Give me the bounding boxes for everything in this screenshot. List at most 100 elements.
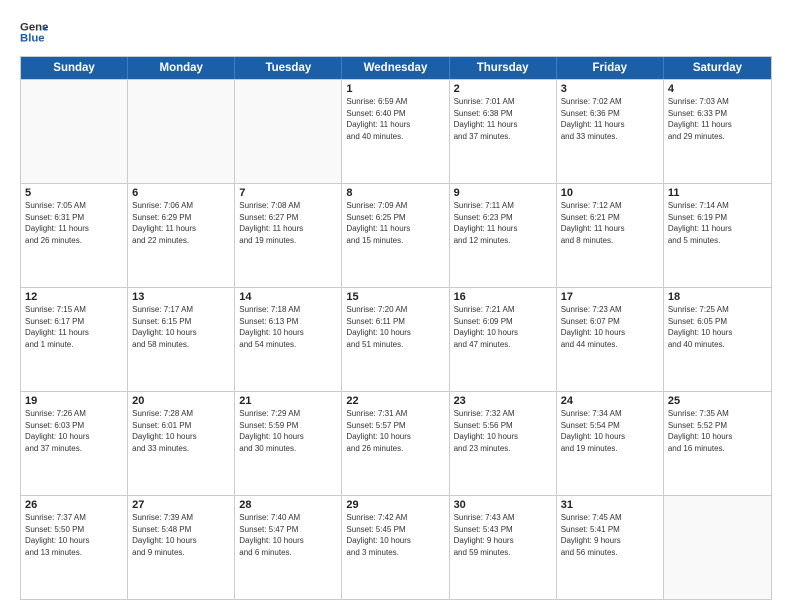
day-cell-20: 20Sunrise: 7:28 AM Sunset: 6:01 PM Dayli… [128, 392, 235, 495]
empty-cell [664, 496, 771, 599]
day-number: 6 [132, 187, 230, 199]
empty-cell [21, 80, 128, 183]
header-cell-wednesday: Wednesday [342, 57, 449, 79]
day-number: 24 [561, 395, 659, 407]
day-cell-7: 7Sunrise: 7:08 AM Sunset: 6:27 PM Daylig… [235, 184, 342, 287]
empty-cell [235, 80, 342, 183]
day-cell-16: 16Sunrise: 7:21 AM Sunset: 6:09 PM Dayli… [450, 288, 557, 391]
day-info: Sunrise: 7:05 AM Sunset: 6:31 PM Dayligh… [25, 200, 123, 246]
cal-row-1: 5Sunrise: 7:05 AM Sunset: 6:31 PM Daylig… [21, 183, 771, 287]
day-info: Sunrise: 7:11 AM Sunset: 6:23 PM Dayligh… [454, 200, 552, 246]
day-cell-9: 9Sunrise: 7:11 AM Sunset: 6:23 PM Daylig… [450, 184, 557, 287]
cal-row-2: 12Sunrise: 7:15 AM Sunset: 6:17 PM Dayli… [21, 287, 771, 391]
day-cell-26: 26Sunrise: 7:37 AM Sunset: 5:50 PM Dayli… [21, 496, 128, 599]
day-number: 1 [346, 83, 444, 95]
day-info: Sunrise: 7:21 AM Sunset: 6:09 PM Dayligh… [454, 304, 552, 350]
day-number: 2 [454, 83, 552, 95]
header-cell-monday: Monday [128, 57, 235, 79]
day-info: Sunrise: 7:08 AM Sunset: 6:27 PM Dayligh… [239, 200, 337, 246]
day-info: Sunrise: 7:02 AM Sunset: 6:36 PM Dayligh… [561, 96, 659, 142]
day-number: 29 [346, 499, 444, 511]
day-info: Sunrise: 7:26 AM Sunset: 6:03 PM Dayligh… [25, 408, 123, 454]
day-info: Sunrise: 7:31 AM Sunset: 5:57 PM Dayligh… [346, 408, 444, 454]
day-cell-29: 29Sunrise: 7:42 AM Sunset: 5:45 PM Dayli… [342, 496, 449, 599]
day-cell-1: 1Sunrise: 6:59 AM Sunset: 6:40 PM Daylig… [342, 80, 449, 183]
day-cell-12: 12Sunrise: 7:15 AM Sunset: 6:17 PM Dayli… [21, 288, 128, 391]
day-info: Sunrise: 7:37 AM Sunset: 5:50 PM Dayligh… [25, 512, 123, 558]
day-number: 13 [132, 291, 230, 303]
day-cell-8: 8Sunrise: 7:09 AM Sunset: 6:25 PM Daylig… [342, 184, 449, 287]
day-cell-4: 4Sunrise: 7:03 AM Sunset: 6:33 PM Daylig… [664, 80, 771, 183]
svg-text:Blue: Blue [20, 33, 45, 45]
day-info: Sunrise: 7:39 AM Sunset: 5:48 PM Dayligh… [132, 512, 230, 558]
day-number: 9 [454, 187, 552, 199]
day-number: 4 [668, 83, 767, 95]
day-info: Sunrise: 7:45 AM Sunset: 5:41 PM Dayligh… [561, 512, 659, 558]
header-cell-thursday: Thursday [450, 57, 557, 79]
day-cell-15: 15Sunrise: 7:20 AM Sunset: 6:11 PM Dayli… [342, 288, 449, 391]
day-number: 10 [561, 187, 659, 199]
day-cell-31: 31Sunrise: 7:45 AM Sunset: 5:41 PM Dayli… [557, 496, 664, 599]
day-cell-25: 25Sunrise: 7:35 AM Sunset: 5:52 PM Dayli… [664, 392, 771, 495]
day-cell-13: 13Sunrise: 7:17 AM Sunset: 6:15 PM Dayli… [128, 288, 235, 391]
day-info: Sunrise: 7:03 AM Sunset: 6:33 PM Dayligh… [668, 96, 767, 142]
day-number: 27 [132, 499, 230, 511]
header-cell-saturday: Saturday [664, 57, 771, 79]
day-info: Sunrise: 7:40 AM Sunset: 5:47 PM Dayligh… [239, 512, 337, 558]
cal-row-3: 19Sunrise: 7:26 AM Sunset: 6:03 PM Dayli… [21, 391, 771, 495]
day-cell-2: 2Sunrise: 7:01 AM Sunset: 6:38 PM Daylig… [450, 80, 557, 183]
cal-row-0: 1Sunrise: 6:59 AM Sunset: 6:40 PM Daylig… [21, 79, 771, 183]
day-number: 22 [346, 395, 444, 407]
day-number: 21 [239, 395, 337, 407]
day-info: Sunrise: 7:43 AM Sunset: 5:43 PM Dayligh… [454, 512, 552, 558]
day-info: Sunrise: 7:29 AM Sunset: 5:59 PM Dayligh… [239, 408, 337, 454]
day-info: Sunrise: 7:18 AM Sunset: 6:13 PM Dayligh… [239, 304, 337, 350]
day-info: Sunrise: 7:34 AM Sunset: 5:54 PM Dayligh… [561, 408, 659, 454]
day-cell-5: 5Sunrise: 7:05 AM Sunset: 6:31 PM Daylig… [21, 184, 128, 287]
day-cell-11: 11Sunrise: 7:14 AM Sunset: 6:19 PM Dayli… [664, 184, 771, 287]
day-number: 5 [25, 187, 123, 199]
day-cell-30: 30Sunrise: 7:43 AM Sunset: 5:43 PM Dayli… [450, 496, 557, 599]
day-info: Sunrise: 7:42 AM Sunset: 5:45 PM Dayligh… [346, 512, 444, 558]
calendar: SundayMondayTuesdayWednesdayThursdayFrid… [20, 56, 772, 600]
day-number: 16 [454, 291, 552, 303]
day-number: 17 [561, 291, 659, 303]
day-number: 23 [454, 395, 552, 407]
calendar-body: 1Sunrise: 6:59 AM Sunset: 6:40 PM Daylig… [21, 79, 771, 599]
day-cell-21: 21Sunrise: 7:29 AM Sunset: 5:59 PM Dayli… [235, 392, 342, 495]
day-cell-18: 18Sunrise: 7:25 AM Sunset: 6:05 PM Dayli… [664, 288, 771, 391]
day-number: 8 [346, 187, 444, 199]
day-number: 7 [239, 187, 337, 199]
day-cell-27: 27Sunrise: 7:39 AM Sunset: 5:48 PM Dayli… [128, 496, 235, 599]
day-cell-3: 3Sunrise: 7:02 AM Sunset: 6:36 PM Daylig… [557, 80, 664, 183]
day-info: Sunrise: 7:06 AM Sunset: 6:29 PM Dayligh… [132, 200, 230, 246]
day-cell-23: 23Sunrise: 7:32 AM Sunset: 5:56 PM Dayli… [450, 392, 557, 495]
day-number: 12 [25, 291, 123, 303]
day-number: 15 [346, 291, 444, 303]
day-number: 18 [668, 291, 767, 303]
day-number: 14 [239, 291, 337, 303]
day-info: Sunrise: 7:15 AM Sunset: 6:17 PM Dayligh… [25, 304, 123, 350]
day-number: 25 [668, 395, 767, 407]
day-info: Sunrise: 7:12 AM Sunset: 6:21 PM Dayligh… [561, 200, 659, 246]
calendar-header-row: SundayMondayTuesdayWednesdayThursdayFrid… [21, 57, 771, 79]
day-number: 19 [25, 395, 123, 407]
day-cell-14: 14Sunrise: 7:18 AM Sunset: 6:13 PM Dayli… [235, 288, 342, 391]
logo: General Blue [20, 18, 48, 46]
day-number: 30 [454, 499, 552, 511]
day-cell-6: 6Sunrise: 7:06 AM Sunset: 6:29 PM Daylig… [128, 184, 235, 287]
empty-cell [128, 80, 235, 183]
logo-icon: General Blue [20, 18, 48, 46]
page: General Blue SundayMondayTuesdayWednesda… [0, 0, 792, 612]
day-number: 11 [668, 187, 767, 199]
day-number: 28 [239, 499, 337, 511]
header-cell-tuesday: Tuesday [235, 57, 342, 79]
day-number: 20 [132, 395, 230, 407]
day-number: 26 [25, 499, 123, 511]
day-cell-19: 19Sunrise: 7:26 AM Sunset: 6:03 PM Dayli… [21, 392, 128, 495]
day-cell-28: 28Sunrise: 7:40 AM Sunset: 5:47 PM Dayli… [235, 496, 342, 599]
day-number: 31 [561, 499, 659, 511]
day-cell-22: 22Sunrise: 7:31 AM Sunset: 5:57 PM Dayli… [342, 392, 449, 495]
header-cell-sunday: Sunday [21, 57, 128, 79]
day-info: Sunrise: 7:20 AM Sunset: 6:11 PM Dayligh… [346, 304, 444, 350]
